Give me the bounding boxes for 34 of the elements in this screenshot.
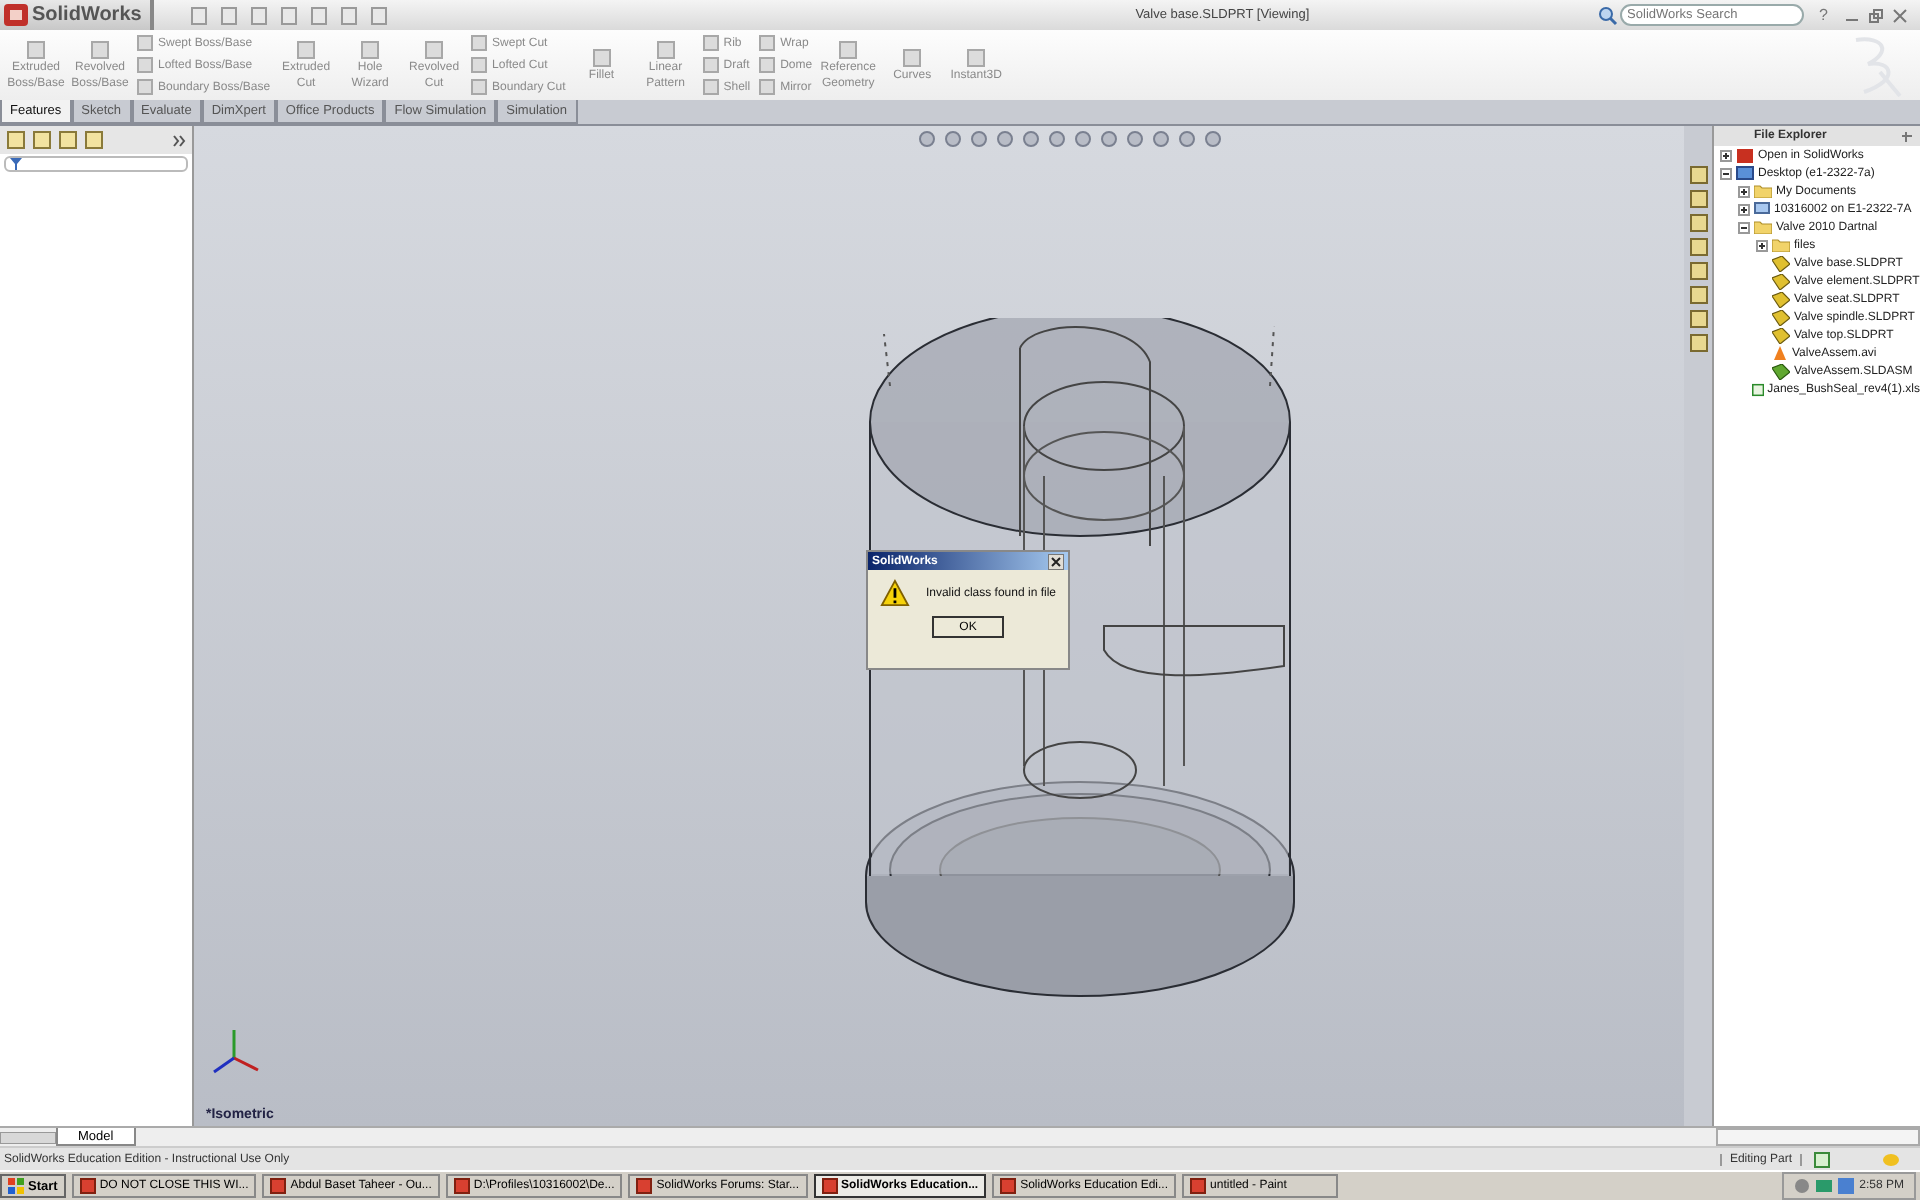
expander-icon[interactable] [1720, 167, 1732, 179]
help-icon[interactable] [1814, 1151, 1830, 1167]
window-icon [270, 1178, 287, 1194]
help-button[interactable]: ? [1819, 6, 1828, 24]
app-icon [1736, 147, 1754, 163]
warning-icon [880, 578, 910, 608]
spreadsheet-icon [1751, 381, 1764, 397]
desktop-icon [1736, 165, 1754, 181]
window-icon [453, 1178, 470, 1194]
window-icon [79, 1178, 96, 1194]
app-logo[interactable]: SolidWorks [0, 0, 154, 30]
funnel-icon [10, 158, 22, 170]
window-icon [636, 1178, 653, 1194]
window-icon [821, 1178, 838, 1194]
search-icon[interactable] [1597, 5, 1618, 25]
scrollbar[interactable] [1716, 1128, 1920, 1146]
expander-icon[interactable] [1738, 185, 1750, 197]
pin-icon[interactable] [1900, 129, 1914, 143]
filter-field[interactable] [4, 156, 188, 172]
assembly-file-icon [1772, 363, 1790, 379]
expander-icon[interactable] [1756, 239, 1768, 251]
windows-flag-icon [8, 1178, 24, 1194]
expander-icon[interactable] [1720, 149, 1732, 161]
chevron-icon[interactable] [172, 133, 186, 147]
close-icon[interactable] [1048, 553, 1064, 569]
traffic-cone-icon [1772, 345, 1788, 361]
expander-icon[interactable] [1738, 221, 1750, 233]
folder-icon [1754, 184, 1772, 198]
logo-icon [4, 4, 28, 26]
expander-icon[interactable] [1738, 203, 1750, 215]
restore-icon[interactable] [1868, 7, 1884, 23]
window-icon [1000, 1178, 1017, 1194]
computer-icon [1754, 201, 1770, 217]
window-icon [1190, 1178, 1207, 1194]
